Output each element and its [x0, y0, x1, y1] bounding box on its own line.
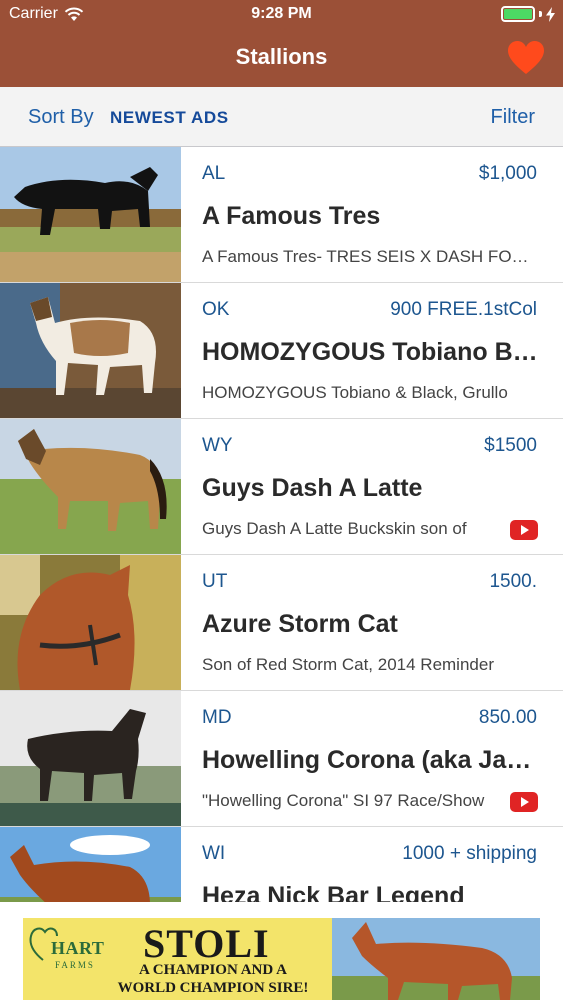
listing-photo [0, 283, 181, 418]
listing-row[interactable]: AL $1,000 A Famous Tres A Famous Tres- T… [0, 147, 563, 283]
listing-state: OK [202, 299, 230, 320]
hart-farms-logo: HART FARMS [29, 924, 129, 970]
listing-price: 1000 + shipping [402, 843, 537, 864]
listing-price: $1500 [484, 435, 537, 456]
stallion-list: AL $1,000 A Famous Tres A Famous Tres- T… [0, 147, 563, 902]
battery-indicator [501, 6, 555, 22]
sort-option-button[interactable]: NEWEST ADS [110, 108, 229, 128]
listing-state: AL [202, 163, 226, 184]
listing-title: Heza Nick Bar Legend [202, 882, 465, 902]
listing-row[interactable]: WI 1000 + shipping Heza Nick Bar Legend [0, 827, 563, 902]
heart-icon [508, 41, 544, 74]
ad-logo-text: HART [51, 938, 105, 958]
listing-description: HOMOZYGOUS Tobiano & Black, Grullo [202, 383, 508, 402]
ad-area: HART FARMS STOLI A CHAMPION AND A WORLD … [0, 902, 563, 1000]
listing-title: Guys Dash A Latte [202, 474, 423, 502]
listing-title: Azure Storm Cat [202, 610, 398, 638]
ad-logo-subtext: FARMS [55, 960, 95, 970]
listing-title: Howelling Corona (aka Jackson) [202, 746, 540, 774]
listing-description: Son of Red Storm Cat, 2014 Reminder [202, 655, 494, 674]
listing-price: 850.00 [478, 707, 537, 728]
listing-description: A Famous Tres- TRES SEIS X DASH FOR PERK… [202, 247, 532, 266]
youtube-video-icon[interactable] [510, 520, 538, 540]
ad-headline: STOLI [143, 921, 270, 966]
ad-tagline-2: WORLD CHAMPION SIRE! [117, 980, 309, 996]
battery-icon [501, 6, 535, 22]
status-time: 9:28 PM [251, 5, 312, 22]
favorites-button[interactable] [507, 40, 545, 76]
navigation-header: Carrier 9:28 PM Stallions [0, 0, 563, 87]
listing-title: HOMOZYGOUS Tobiano Black [202, 338, 540, 366]
listing-photo [0, 147, 181, 282]
listing-photo [0, 827, 181, 902]
filter-button[interactable]: Filter [491, 106, 535, 129]
listing-photo [0, 691, 181, 826]
listing-state: WI [202, 843, 226, 864]
youtube-video-icon[interactable] [510, 792, 538, 812]
listing-price: 1500. [489, 571, 537, 592]
listing-state: WY [202, 435, 233, 456]
status-bar: Carrier 9:28 PM [0, 0, 563, 30]
listing-description: Guys Dash A Latte Buckskin son of [202, 519, 467, 538]
advertisement-banner[interactable]: HART FARMS STOLI A CHAMPION AND A WORLD … [23, 918, 540, 1000]
sort-by-label: Sort By [28, 106, 94, 128]
ad-tagline-1: A CHAMPION AND A [139, 962, 287, 978]
sort-filter-bar: Sort By NEWEST ADS Filter [0, 87, 563, 147]
listing-row[interactable]: OK 900 FREE.1stCol HOMOZYGOUS Tobiano Bl… [0, 283, 563, 419]
listing-row[interactable]: MD 850.00 Howelling Corona (aka Jackson)… [0, 691, 563, 827]
listing-photo [0, 419, 181, 554]
listing-state: UT [202, 571, 228, 592]
listing-state: MD [202, 707, 232, 728]
listing-row[interactable]: WY $1500 Guys Dash A Latte Guys Dash A L… [0, 419, 563, 555]
page-title: Stallions [235, 44, 328, 69]
charging-bolt-icon [546, 6, 555, 22]
listing-photo [0, 555, 181, 690]
listing-price: 900 FREE.1stCol [390, 299, 537, 320]
listing-price: $1,000 [478, 163, 537, 184]
ad-horse-photo [332, 918, 540, 1000]
listing-description: "Howelling Corona" SI 97 Race/Show [202, 791, 485, 810]
listing-title: A Famous Tres [202, 202, 381, 230]
listing-row[interactable]: UT 1500. Azure Storm Cat Son of Red Stor… [0, 555, 563, 691]
